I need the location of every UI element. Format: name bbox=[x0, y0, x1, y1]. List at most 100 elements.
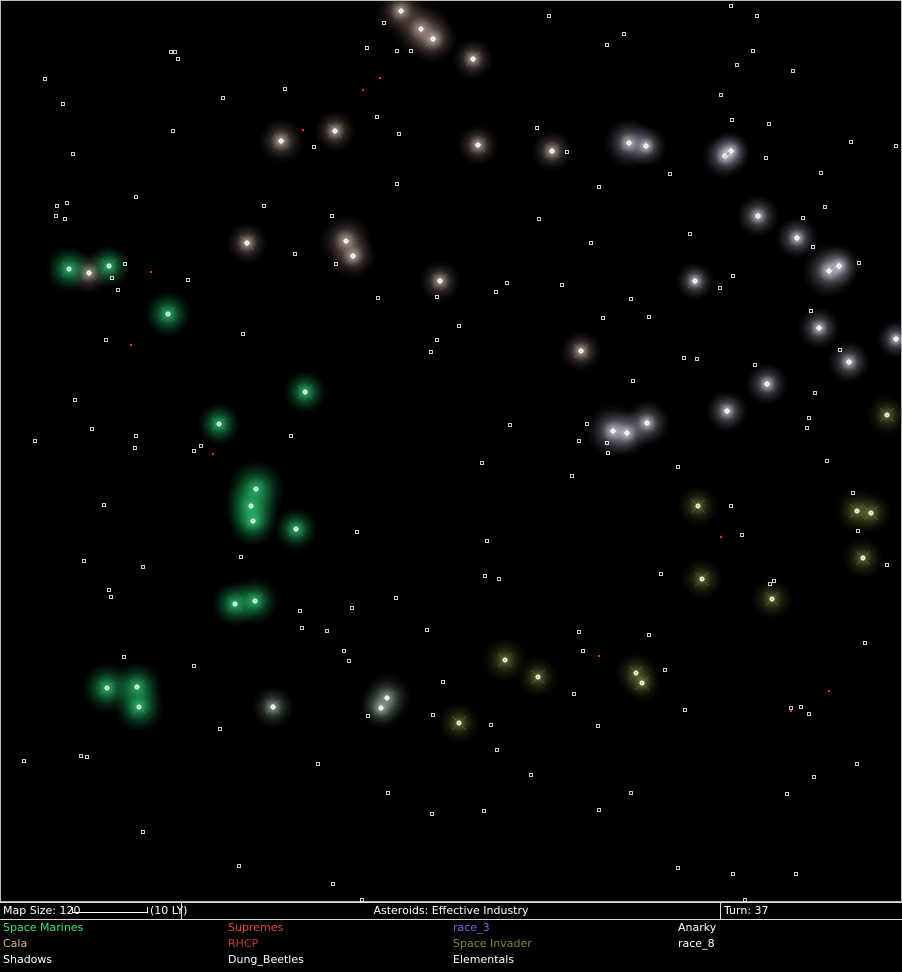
planet-dot bbox=[141, 830, 145, 834]
planet-dot bbox=[791, 69, 795, 73]
empire-legend: Space Marines Supremes race_3 Anarky Cal… bbox=[0, 920, 902, 972]
planet-dot bbox=[596, 724, 600, 728]
planet-dot bbox=[505, 281, 509, 285]
planet-dot bbox=[485, 539, 489, 543]
legend-item[interactable]: RHCP bbox=[228, 936, 258, 952]
planet-dot bbox=[239, 555, 243, 559]
planet-dot bbox=[173, 50, 177, 54]
planet-dot bbox=[218, 727, 222, 731]
planet-dot bbox=[572, 692, 576, 696]
planet-dot bbox=[109, 595, 113, 599]
planet-dot bbox=[577, 439, 581, 443]
galaxy-map[interactable] bbox=[0, 0, 902, 902]
planet-dot bbox=[535, 126, 539, 130]
planet-dot bbox=[141, 565, 145, 569]
planet-dot bbox=[537, 217, 541, 221]
planet-dot bbox=[731, 872, 735, 876]
status-divider bbox=[720, 903, 721, 919]
planet-dot bbox=[82, 559, 86, 563]
planet-dot bbox=[375, 115, 379, 119]
planet-dot bbox=[199, 444, 203, 448]
planet-dot bbox=[863, 641, 867, 645]
planet-dot bbox=[171, 129, 175, 133]
planet-dot bbox=[293, 252, 297, 256]
planet-dot bbox=[529, 773, 533, 777]
planet-dot bbox=[629, 791, 633, 795]
system-glow bbox=[865, 393, 902, 437]
planet-dot bbox=[104, 338, 108, 342]
planet-dot bbox=[631, 379, 635, 383]
planet-dot bbox=[425, 628, 429, 632]
planet-dot bbox=[237, 864, 241, 868]
legend-item[interactable]: Shadows bbox=[3, 952, 52, 968]
planet-dot bbox=[799, 705, 803, 709]
planet-dot bbox=[812, 775, 816, 779]
planet-dot bbox=[849, 140, 853, 144]
legend-item[interactable]: Elementals bbox=[453, 952, 514, 968]
planet-dot bbox=[676, 866, 680, 870]
planet-dot bbox=[785, 792, 789, 796]
planet-dot bbox=[740, 533, 744, 537]
planet-dot bbox=[134, 434, 138, 438]
legend-item[interactable]: Cala bbox=[3, 936, 27, 952]
planet-dot bbox=[63, 217, 67, 221]
legend-item[interactable]: Space Marines bbox=[3, 920, 83, 936]
planet-dot bbox=[55, 204, 59, 208]
planet-dot bbox=[61, 102, 65, 106]
planet-dot bbox=[331, 882, 335, 886]
legend-item[interactable]: Dung_Beetles bbox=[228, 952, 304, 968]
planet-dot bbox=[283, 87, 287, 91]
planet-dot bbox=[457, 324, 461, 328]
planet-dot bbox=[730, 118, 734, 122]
planet-dot bbox=[807, 712, 811, 716]
galaxy-map-canvas[interactable] bbox=[1, 1, 902, 903]
planet-dot bbox=[355, 530, 359, 534]
planet-dot bbox=[570, 474, 574, 478]
planet-dot bbox=[480, 461, 484, 465]
legend-item[interactable]: race_8 bbox=[678, 936, 715, 952]
scale-bar bbox=[72, 907, 148, 913]
planet-dot bbox=[65, 201, 69, 205]
planet-dot bbox=[489, 723, 493, 727]
planet-dot bbox=[589, 241, 593, 245]
planet-dot bbox=[695, 357, 699, 361]
planet-dot bbox=[885, 563, 889, 567]
planet-dot bbox=[718, 286, 722, 290]
planet-dot bbox=[312, 145, 316, 149]
planet-dot bbox=[647, 315, 651, 319]
planet-dot bbox=[755, 14, 759, 18]
effect-text: Asteroids: Effective Industry bbox=[373, 904, 529, 917]
planet-dot bbox=[495, 748, 499, 752]
planet-dot bbox=[241, 332, 245, 336]
legend-item[interactable]: Space Invader bbox=[453, 936, 532, 952]
planet-dot bbox=[325, 629, 329, 633]
planet-dot bbox=[298, 609, 302, 613]
planet-dot bbox=[482, 809, 486, 813]
planet-dot bbox=[107, 588, 111, 592]
planet-dot bbox=[597, 808, 601, 812]
legend-item[interactable]: Supremes bbox=[228, 920, 283, 936]
planet-dot bbox=[169, 50, 173, 54]
turn-counter: Turn: 37 bbox=[724, 904, 769, 917]
planet-dot bbox=[663, 668, 667, 672]
planet-dot bbox=[577, 630, 581, 634]
planet-dot bbox=[823, 205, 827, 209]
planet-dot bbox=[316, 762, 320, 766]
ship-marker bbox=[720, 536, 722, 538]
planet-dot bbox=[430, 812, 434, 816]
planet-dot bbox=[731, 274, 735, 278]
planet-dot bbox=[397, 132, 401, 136]
planet-dot bbox=[116, 288, 120, 292]
planet-dot bbox=[221, 96, 225, 100]
legend-item[interactable]: Anarky bbox=[678, 920, 716, 936]
planet-dot bbox=[688, 232, 692, 236]
planet-dot bbox=[508, 423, 512, 427]
planet-dot bbox=[767, 122, 771, 126]
ship-marker bbox=[828, 690, 830, 692]
planet-dot bbox=[683, 708, 687, 712]
planet-dot bbox=[497, 577, 501, 581]
ship-marker bbox=[150, 271, 152, 273]
planet-dot bbox=[342, 649, 346, 653]
planet-dot bbox=[807, 416, 811, 420]
legend-item[interactable]: race_3 bbox=[453, 920, 490, 936]
